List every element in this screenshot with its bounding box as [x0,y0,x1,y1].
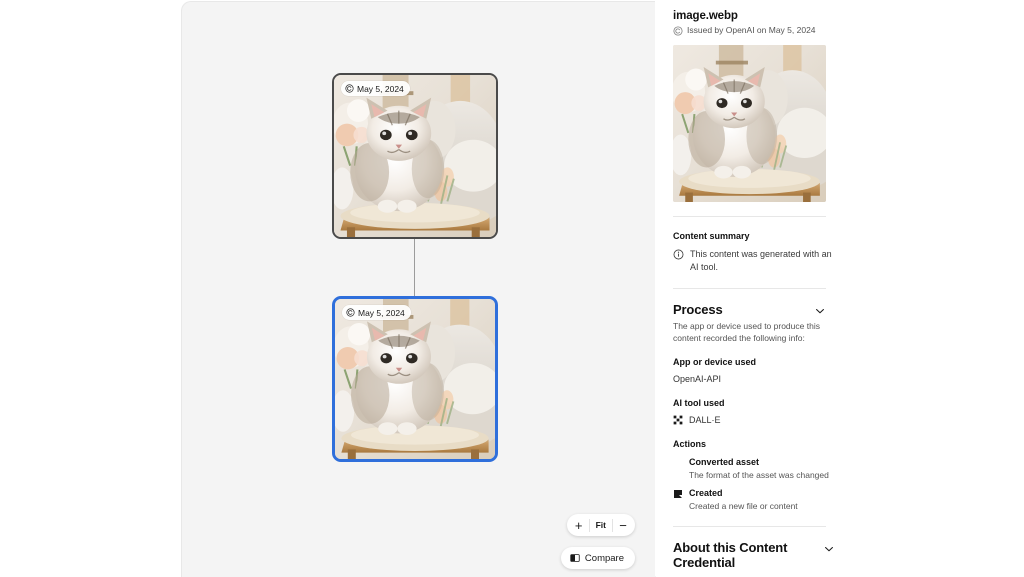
content-summary-label: Content summary [673,231,750,241]
ai-tool-value: DALL·E [689,415,721,425]
cat-image-thumbnail [335,299,495,459]
chevron-down-icon[interactable] [814,305,826,317]
zoom-out-button[interactable]: − [613,515,633,535]
ai-tool-field: AI tool used DALL·E [673,397,1006,426]
content-credentials-viewer: May 5, 2024 May 5, 2024 + Fit − Compare … [0,0,1024,577]
content-summary-text: This content was generated with an AI to… [690,249,832,272]
node-connector-line [414,238,415,300]
graph-node-source[interactable]: May 5, 2024 [332,73,498,239]
action-title: Converted asset [689,457,760,467]
node-date-text: May 5, 2024 [358,307,405,318]
app-or-device-value: OpenAI-API [673,374,722,384]
chevron-down-icon[interactable] [823,543,835,555]
action-icon-placeholder [673,458,683,468]
about-credential-section: About this Content Credential Issued by … [673,527,1006,576]
compare-icon [570,554,580,562]
graph-node-current-selected[interactable]: May 5, 2024 [332,296,498,462]
process-section: Process The app or device used to produc… [673,289,1006,512]
process-description: The app or device used to produce this c… [673,321,820,343]
compare-label: Compare [584,552,624,564]
action-description: The format of the asset was changed [689,470,829,480]
provenance-graph: May 5, 2024 May 5, 2024 [182,2,656,577]
content-credentials-icon [673,25,683,36]
cat-image-large [673,45,826,202]
app-or-device-field: App or device used OpenAI-API [673,356,1006,385]
node-date-badge: May 5, 2024 [341,81,410,96]
dalle-icon [673,415,683,425]
credential-hero-image[interactable] [673,45,826,202]
action-title: Created [689,488,723,498]
about-title: About this Content Credential [673,540,788,570]
node-date-badge: May 5, 2024 [342,305,411,320]
info-circle-icon [673,249,684,260]
node-date-text: May 5, 2024 [357,83,404,94]
issued-by-summary: Issued by OpenAI on May 5, 2024 [673,25,1006,36]
actions-field: Actions Converted asset The format of th… [673,438,1006,512]
issued-by-text: Issued by OpenAI on May 5, 2024 [687,25,816,35]
ai-tool-label: AI tool used [673,398,725,408]
content-credential-detail-panel: image.webp Issued by OpenAI on May 5, 20… [655,0,1024,576]
cat-image-thumbnail [334,75,496,237]
zoom-in-button[interactable]: + [569,515,589,535]
action-description: Created a new file or content [689,501,798,511]
zoom-fit-button[interactable]: Fit [588,518,613,532]
content-credentials-icon [346,308,355,317]
process-title: Process [673,302,723,317]
actions-label: Actions [673,439,707,449]
content-summary-section: Content summary This content was generat… [673,217,1006,274]
app-or-device-label: App or device used [673,357,757,367]
created-icon [674,490,682,498]
provenance-canvas[interactable]: May 5, 2024 May 5, 2024 + Fit − Compare [181,1,656,577]
action-item: Converted asset The format of the asset … [673,456,1006,481]
content-credentials-icon [345,84,354,93]
zoom-controls[interactable]: + Fit − [566,514,635,536]
action-item: Created Created a new file or content [673,487,1006,512]
page-title: image.webp [673,10,738,22]
compare-button[interactable]: Compare [560,547,635,569]
